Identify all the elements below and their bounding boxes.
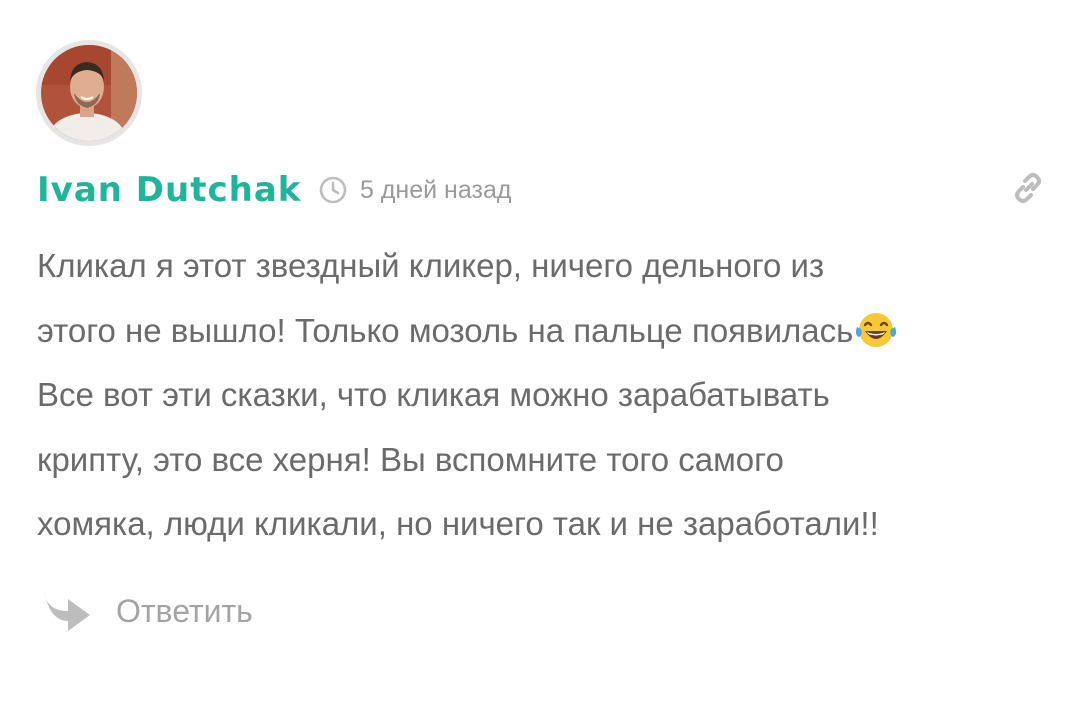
clock-icon	[318, 175, 348, 205]
reply-button[interactable]: Ответить	[40, 585, 253, 637]
tears-of-joy-emoji	[853, 309, 899, 349]
comment-line: Кликал я этот звездный кликер, ничего де…	[37, 247, 825, 284]
link-icon[interactable]	[1010, 170, 1046, 206]
avatar[interactable]	[36, 40, 142, 146]
avatar-photo	[41, 45, 137, 141]
comment-text: Кликал я этот звездный кликер, ничего де…	[37, 234, 1047, 557]
comment-meta: 5 дней назад	[318, 173, 511, 207]
comment-line: хомяка, люди кликали, но ничего так и не…	[37, 505, 879, 542]
comment-line: этого не вышло! Только мозоль на пальце …	[37, 311, 854, 349]
comment-line-with-emoji: этого не вышло! Только мозоль на пальце …	[37, 299, 1047, 364]
comment-timestamp[interactable]: 5 дней назад	[360, 176, 511, 205]
reply-label: Ответить	[116, 592, 253, 629]
author-name[interactable]: Ivan Dutchak	[37, 168, 301, 212]
reply-arrow-icon	[40, 587, 92, 635]
comment-line: крипту, это все херня! Вы вспомните того…	[37, 440, 784, 478]
comment-line: Все вот эти сказки, что кликая можно зар…	[37, 376, 830, 413]
